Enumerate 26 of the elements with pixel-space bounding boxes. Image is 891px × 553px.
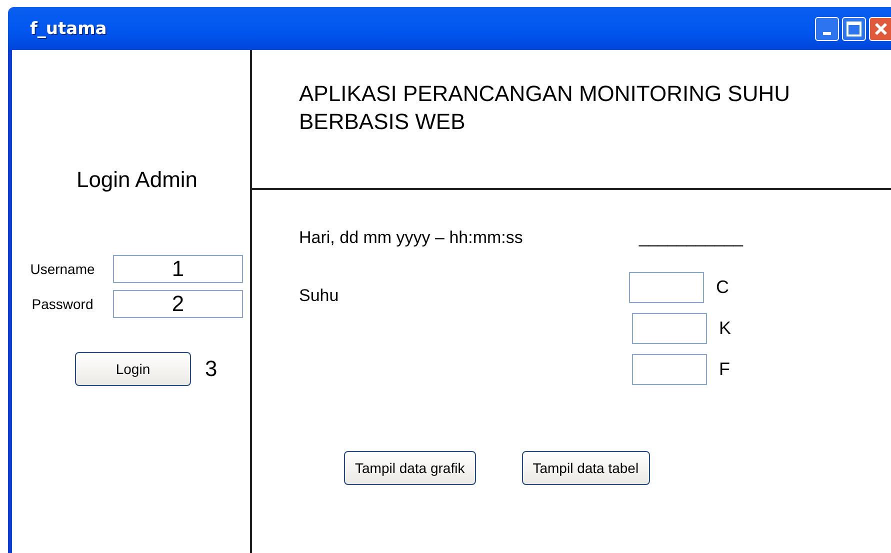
action-button[interactable]: Tampil data grafik	[344, 451, 476, 485]
close-icon	[874, 22, 888, 36]
annotation-number: 3	[205, 356, 218, 382]
input-field[interactable]: 1	[113, 255, 243, 283]
input-field[interactable]	[629, 272, 704, 303]
input-field[interactable]: 2	[113, 290, 243, 318]
minimize-button[interactable]	[815, 16, 839, 40]
app-title: APLIKASI PERANCANGAN MONITORING SUHU BERBASIS WEB	[299, 80, 792, 136]
input-field[interactable]	[632, 313, 707, 344]
unit-label: K	[719, 318, 732, 339]
datetime-label: Hari, dd mm yyyy – hh:mm:ss	[299, 228, 524, 248]
action-button[interactable]: Tampil data tabel	[522, 451, 650, 485]
login-button[interactable]: Login	[75, 352, 191, 386]
unit-label: F	[719, 359, 730, 380]
login-heading: Login Admin	[75, 167, 199, 193]
temperature-label: Suhu	[299, 285, 340, 307]
field-label: Username	[29, 261, 96, 277]
unit-label: C	[716, 277, 729, 298]
field-label: Password	[30, 296, 94, 312]
datetime-value: ___________	[639, 228, 744, 248]
close-button[interactable]	[869, 16, 891, 40]
minimize-icon	[823, 32, 831, 35]
window-title: f_utama	[30, 18, 108, 38]
input-field[interactable]	[632, 354, 707, 385]
maximize-icon	[846, 20, 862, 36]
maximize-button[interactable]	[842, 16, 866, 40]
